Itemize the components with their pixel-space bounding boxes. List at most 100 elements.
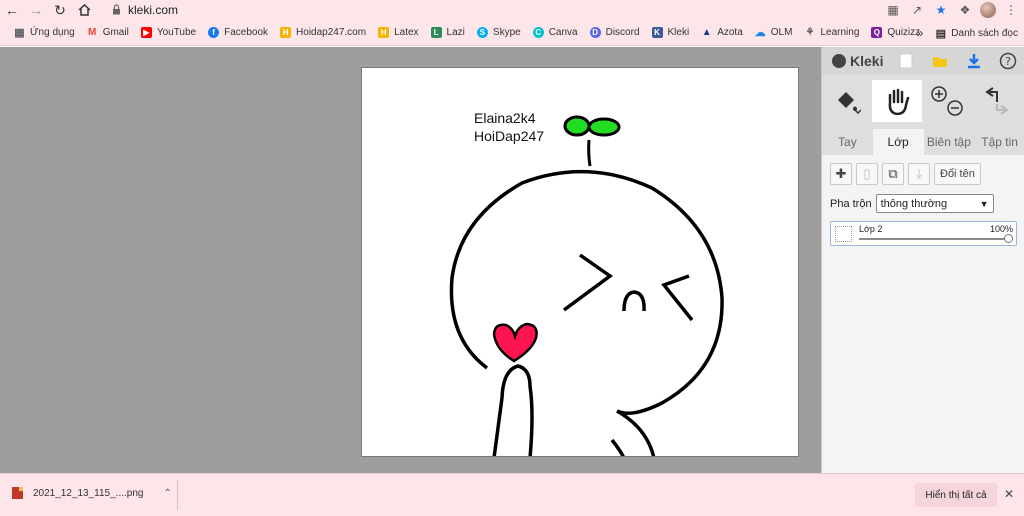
menu-icon[interactable]: ⋮	[1002, 1, 1020, 19]
show-all-downloads-button[interactable]: Hiển thị tất cả	[915, 483, 997, 507]
download-bar: 2021_12_13_115_....png ⌃ Hiển thị tất cả…	[0, 473, 1024, 516]
address-bar[interactable]: kleki.com	[108, 1, 860, 18]
layer-buttons: ✚ ▯ ⧉ ⤓ Đổi tên	[830, 163, 981, 185]
back-icon[interactable]: ←	[0, 0, 24, 20]
sprout-stem	[587, 139, 592, 167]
olm-icon: ☁	[754, 27, 766, 39]
tab-brush[interactable]: Tay	[822, 129, 873, 155]
home-icon[interactable]	[72, 0, 96, 20]
bookmark-canva[interactable]: C Canva	[527, 22, 584, 44]
layer-name: Lớp 2	[859, 224, 883, 234]
panel-header: Kleki ?	[822, 47, 1024, 75]
reading-list-icon: ▤	[935, 27, 946, 40]
quizizz-icon: Q	[871, 27, 883, 38]
layer-item[interactable]: Lớp 2 100%	[830, 221, 1017, 246]
add-layer-button[interactable]: ✚	[830, 163, 852, 185]
undo-redo-icon	[985, 87, 1009, 115]
bookmark-gmail[interactable]: M Gmail	[81, 22, 135, 44]
paint-bucket-tool[interactable]	[822, 80, 872, 122]
gmail-icon: M	[88, 27, 97, 38]
download-item[interactable]: 2021_12_13_115_....png ⌃	[12, 487, 172, 499]
translate-icon[interactable]: ▦	[884, 1, 902, 19]
bookmark-azota[interactable]: ▲ Azota	[695, 22, 749, 44]
trash-icon: ▯	[863, 166, 871, 181]
sprout-leaf-right	[587, 117, 621, 137]
apps-grid-icon: ▦	[14, 27, 25, 39]
tab-layers[interactable]: Lớp	[872, 129, 924, 155]
skype-icon: S	[476, 27, 488, 38]
blend-label: Pha trộn	[830, 197, 872, 210]
avatar[interactable]	[980, 2, 996, 18]
body-right	[616, 409, 656, 456]
svg-text:?: ?	[1005, 55, 1011, 68]
canvas-drawing	[449, 115, 724, 456]
tab-edit[interactable]: Biên tập	[924, 129, 975, 155]
image-file-icon	[12, 487, 23, 499]
canvas-text-line-1: Elaina2k4	[474, 110, 536, 126]
zoom-tools[interactable]	[922, 80, 972, 122]
bookmark-hoidap247[interactable]: H Hoidap247.com	[274, 22, 372, 44]
opacity-slider-track[interactable]	[859, 238, 1009, 240]
bookmarks-overflow: » ▤ Danh sách đọc	[911, 20, 1024, 46]
duplicate-layer-button[interactable]: ⧉	[882, 163, 904, 185]
bookmark-skype[interactable]: S Skype	[471, 22, 527, 44]
layer-opacity: 100%	[989, 224, 1013, 234]
bookmark-apps[interactable]: ▦ Ứng dụng	[8, 22, 81, 44]
kleki-logo[interactable]: Kleki	[832, 53, 883, 69]
sprout-leaf-left	[563, 115, 591, 137]
bookmark-latex[interactable]: H Latex	[372, 22, 424, 44]
latex-icon: H	[378, 27, 390, 38]
bookmark-kleki[interactable]: K Kleki	[646, 22, 696, 44]
hand-tool[interactable]	[872, 80, 922, 122]
omnibar-actions: ▦ ↗ ★ ❖ ⋮	[884, 0, 1020, 20]
kleki-logo-icon	[832, 54, 846, 68]
merge-layer-button[interactable]: ⤓	[908, 163, 930, 185]
reading-list-button[interactable]: ▤ Danh sách đọc	[929, 22, 1024, 44]
lazi-icon: L	[430, 27, 442, 38]
download-filename: 2021_12_13_115_....png	[33, 487, 144, 499]
browser-toolbar: ← → ↻ kleki.com ▦ ↗ ★ ❖ ⋮	[0, 0, 1024, 20]
blend-mode-select[interactable]: thông thường ▼	[875, 194, 994, 213]
chevron-up-icon[interactable]: ⌃	[163, 488, 171, 499]
bookmark-facebook[interactable]: f Facebook	[202, 22, 274, 44]
close-icon[interactable]: ✕	[1004, 487, 1014, 501]
new-image-icon[interactable]	[896, 51, 916, 71]
reload-icon[interactable]: ↻	[48, 0, 72, 20]
blend-mode-value: thông thường	[880, 197, 948, 210]
chevron-down-icon: ▼	[979, 198, 989, 209]
tool-panel: Kleki ? Tay Lớp Biên tập Tập tin ✚ ▯ ⧉ ⤓…	[821, 47, 1024, 473]
rename-layer-button[interactable]: Đổi tên	[934, 163, 981, 185]
tab-file[interactable]: Tập tin	[974, 129, 1024, 155]
zoom-in-out-icon	[931, 86, 963, 116]
undo-redo-tools[interactable]	[972, 80, 1022, 122]
canva-icon: C	[532, 27, 544, 38]
open-folder-icon[interactable]	[930, 51, 950, 71]
youtube-icon: ▶	[140, 27, 152, 38]
bookmark-discord[interactable]: D Discord	[584, 22, 646, 44]
hoidap-icon: H	[280, 27, 292, 38]
merge-down-icon: ⤓	[916, 166, 922, 181]
opacity-slider-handle[interactable]	[1004, 234, 1013, 243]
download-icon[interactable]	[964, 51, 984, 71]
canvas-text-line-2: HoiDap247	[474, 128, 545, 144]
facebook-icon: f	[208, 27, 220, 38]
bookmarks-bar: ▦ Ứng dụng M Gmail ▶ YouTube f Facebook H Hoi…	[0, 20, 1024, 46]
bookmark-lazi[interactable]: L Lazi	[425, 22, 471, 44]
bookmark-olm[interactable]: ☁ OLM	[749, 22, 799, 44]
layers-panel: ✚ ▯ ⧉ ⤓ Đổi tên Pha trộn thông thường ▼ …	[822, 155, 1024, 473]
kleki-workspace: Elaina2k4 HoiDap247 Kleki ? Tay Lớp Biên…	[0, 47, 1024, 473]
delete-layer-button[interactable]: ▯	[856, 163, 878, 185]
help-icon[interactable]: ?	[998, 51, 1018, 71]
extensions-icon[interactable]: ❖	[956, 1, 974, 19]
bookmark-learning[interactable]: ⚘ Learning	[798, 22, 865, 44]
tool-row	[822, 80, 1024, 122]
more-bookmarks-button[interactable]: »	[911, 22, 930, 44]
duplicate-icon: ⧉	[888, 166, 898, 181]
forward-icon[interactable]: →	[24, 0, 48, 20]
bookmark-youtube[interactable]: ▶ YouTube	[135, 22, 202, 44]
lock-icon	[108, 4, 124, 15]
drawing-canvas[interactable]: Elaina2k4 HoiDap247	[361, 67, 799, 457]
kleki-icon: K	[651, 27, 663, 38]
bookmark-star-icon[interactable]: ★	[932, 1, 950, 19]
share-icon[interactable]: ↗	[908, 1, 926, 19]
